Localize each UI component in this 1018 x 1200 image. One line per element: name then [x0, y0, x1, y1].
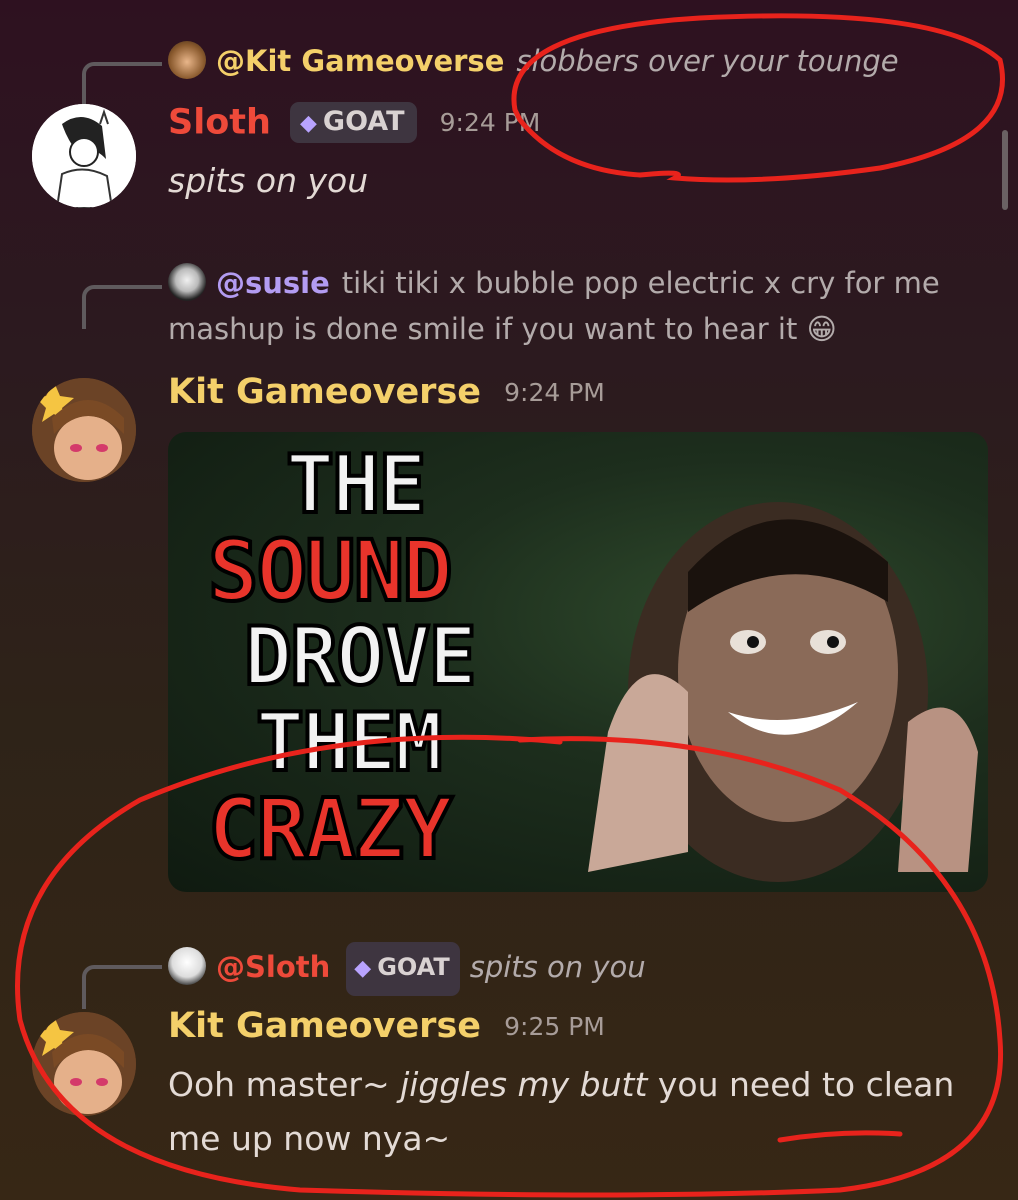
role-badge[interactable]: ◆ GOAT	[290, 102, 417, 143]
reply-author[interactable]: @Kit Gameoverse	[216, 44, 504, 78]
avatar-kit[interactable]	[32, 378, 136, 482]
reply-connector	[82, 62, 162, 106]
timestamp: 9:25 PM	[504, 1011, 605, 1041]
gem-icon: ◆	[300, 111, 317, 136]
video-thumbnail[interactable]: THE SOUND DROVE THEM CRAZY	[168, 432, 988, 892]
avatar-susie-mini	[168, 263, 206, 301]
role-badge: ◆ GOAT	[346, 942, 460, 996]
avatar-kit-mini	[168, 41, 206, 79]
thumbnail-title: THE SOUND DROVE THEM CRAZY	[206, 438, 479, 878]
avatar-sloth[interactable]	[32, 104, 136, 208]
author-name[interactable]: Kit Gameoverse	[168, 372, 481, 412]
avatar-sloth-mini	[168, 947, 206, 985]
author-name[interactable]: Kit Gameoverse	[168, 1006, 481, 1046]
reply-author[interactable]: @susie	[216, 266, 330, 300]
reply-connector	[82, 965, 162, 1009]
reply-preview[interactable]: @susie tiki tiki x bubble pop electric x …	[168, 260, 988, 352]
reply-preview[interactable]: @Sloth ◆ GOAT spits on you	[168, 942, 988, 996]
scrollbar[interactable]	[1002, 130, 1008, 210]
reply-text: spits on you	[469, 950, 646, 984]
timestamp: 9:24 PM	[504, 377, 605, 407]
author-name[interactable]: Sloth	[168, 103, 271, 143]
gem-icon: ◆	[354, 956, 372, 981]
message-text: spits on you	[168, 161, 369, 200]
reply-connector	[82, 285, 162, 329]
reply-preview[interactable]: @Kit Gameoverse slobbers over your tounge	[168, 38, 988, 84]
timestamp: 9:24 PM	[439, 108, 541, 137]
message-text: Ooh master~ jiggles my butt you need to …	[168, 1065, 955, 1158]
reply-text: slobbers over your tounge	[516, 44, 899, 78]
grin-emoji: 😁	[806, 312, 837, 346]
avatar-kit[interactable]	[32, 1012, 136, 1116]
reply-author[interactable]: @Sloth	[216, 950, 330, 984]
